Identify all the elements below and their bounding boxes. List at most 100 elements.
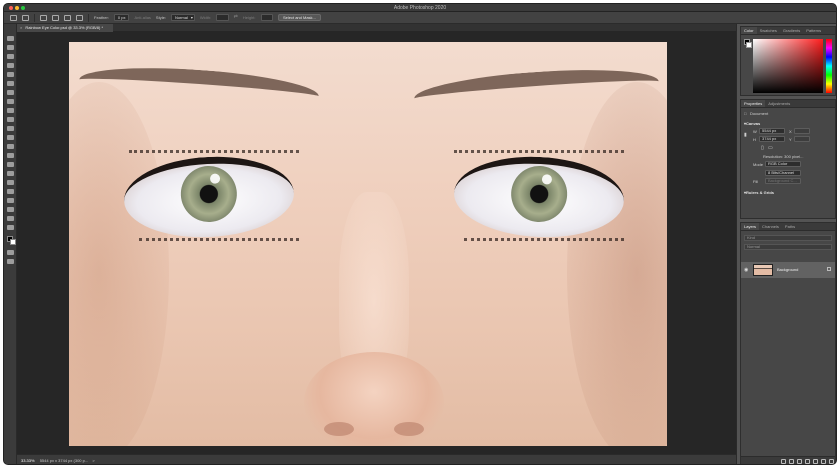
add-to-selection-icon[interactable] [52, 14, 59, 21]
crop-tool-icon[interactable] [7, 72, 14, 77]
hand-tool-icon[interactable] [7, 207, 14, 212]
tab-adjustments[interactable]: Adjustments [765, 100, 793, 107]
trash-icon[interactable] [829, 459, 834, 464]
background-color-swatch[interactable] [10, 239, 16, 245]
layers-panel-tabs: Layers Channels Paths [741, 223, 835, 231]
home-icon[interactable] [10, 14, 17, 21]
lock-icon[interactable] [827, 267, 831, 271]
marquee-tool-preset-icon[interactable] [22, 14, 29, 21]
brush-tool-icon[interactable] [7, 108, 14, 113]
swap-dimensions-icon[interactable]: ⇄ [234, 15, 238, 20]
canvas-y-field[interactable] [794, 136, 810, 142]
canvas-width-field[interactable]: 5544 px [759, 128, 785, 134]
portrait-orientation-icon[interactable]: ▯ [761, 145, 764, 151]
eye-highlight [209, 173, 221, 184]
history-brush-tool-icon[interactable] [7, 126, 14, 131]
status-menu-arrow[interactable]: > [92, 458, 94, 463]
width-label: Width: [199, 15, 212, 20]
color-panel-tabs: Color Swatches Gradients Patterns [741, 27, 835, 35]
new-group-icon[interactable] [813, 459, 818, 464]
eyedropper-tool-icon[interactable] [7, 90, 14, 95]
height-label: Height: [242, 15, 256, 20]
intersect-selection-icon[interactable] [76, 14, 83, 21]
tab-patterns[interactable]: Patterns [803, 27, 824, 34]
height-input[interactable] [260, 14, 273, 21]
object-selection-tool-icon[interactable] [7, 63, 14, 68]
bit-depth-select[interactable]: 8 Bits/Channel [765, 170, 801, 176]
tab-channels[interactable]: Channels [759, 223, 782, 230]
eraser-tool-icon[interactable] [7, 135, 14, 140]
iris [179, 164, 239, 224]
landscape-orientation-icon[interactable]: ▭ [768, 145, 773, 151]
width-input[interactable] [216, 14, 229, 21]
frame-tool-icon[interactable] [7, 81, 14, 86]
tab-properties[interactable]: Properties [741, 100, 766, 107]
pen-tool-icon[interactable] [7, 171, 14, 176]
edit-toolbar-icon[interactable] [7, 225, 14, 230]
lasso-tool-icon[interactable] [7, 54, 14, 59]
zoom-tool-icon[interactable] [7, 216, 14, 221]
color-picker-field[interactable] [753, 39, 823, 93]
rulers-grids-section-heading[interactable]: Rulers & Grids [744, 190, 774, 195]
move-tool-icon[interactable] [7, 36, 14, 41]
canvas-height-field[interactable]: 3744 px [759, 136, 785, 142]
canvas-x-field[interactable] [794, 128, 810, 134]
screen-mode-icon[interactable] [7, 259, 14, 264]
right-panel-dock: Color Swatches Gradients Patterns Proper… [736, 24, 836, 464]
rectangle-tool-icon[interactable] [7, 198, 14, 203]
blend-mode-select[interactable]: Normal [744, 244, 832, 250]
fill-select[interactable]: Background C... [765, 178, 801, 184]
document-image[interactable] [69, 42, 667, 446]
quick-mask-icon[interactable] [7, 250, 14, 255]
path-selection-tool-icon[interactable] [7, 189, 14, 194]
new-selection-icon[interactable] [40, 14, 47, 21]
hue-slider[interactable] [826, 39, 832, 93]
canvas-area[interactable] [17, 32, 736, 454]
close-document-icon[interactable]: × [20, 25, 22, 30]
antialias-checkbox[interactable]: Anti-alias [134, 15, 150, 20]
document-tab[interactable]: × Rainbow Eye Color.psd @ 33.3% (RGB/8) * [17, 24, 113, 32]
layer-style-icon[interactable] [789, 459, 794, 464]
cheek-shadow [69, 82, 169, 446]
x-label: X [789, 129, 792, 134]
select-and-mask-button[interactable]: Select and Mask... [277, 14, 321, 21]
clone-stamp-tool-icon[interactable] [7, 117, 14, 122]
visibility-eye-icon[interactable]: ◉ [744, 268, 748, 273]
add-mask-icon[interactable] [797, 459, 802, 464]
iris [509, 164, 569, 224]
tab-swatches[interactable]: Swatches [757, 27, 780, 34]
new-layer-icon[interactable] [821, 459, 826, 464]
fill-label: Fill [753, 179, 759, 184]
gradient-tool-icon[interactable] [7, 144, 14, 149]
style-select[interactable]: Normal [170, 14, 195, 21]
feather-input[interactable]: 0 px [113, 14, 130, 21]
adjustment-layer-icon[interactable] [805, 459, 810, 464]
document-info: 5544 px x 3744 px (300 p... [39, 458, 89, 463]
subtract-from-selection-icon[interactable] [64, 14, 71, 21]
canvas-orientation-icon[interactable]: ▮ [744, 132, 747, 138]
tab-paths[interactable]: Paths [782, 223, 798, 230]
link-layers-icon[interactable] [781, 459, 786, 464]
type-tool-icon[interactable] [7, 180, 14, 185]
tab-gradients[interactable]: Gradients [780, 27, 803, 34]
layer-filter-select[interactable]: Kind [744, 235, 832, 241]
tab-color[interactable]: Color [741, 27, 757, 34]
style-label: Style: [155, 15, 166, 20]
title-bar: Adobe Photoshop 2020 [4, 4, 836, 12]
dodge-tool-icon[interactable] [7, 162, 14, 167]
blur-tool-icon[interactable] [7, 153, 14, 158]
nostril [324, 422, 354, 436]
document-label: Document [750, 111, 769, 116]
healing-brush-tool-icon[interactable] [7, 99, 14, 104]
mode-label: Mode [753, 162, 764, 167]
canvas-section-heading[interactable]: Canvas [744, 121, 760, 126]
zoom-level[interactable]: 33.33% [21, 458, 35, 463]
marquee-tool-icon[interactable] [7, 45, 14, 50]
tab-layers[interactable]: Layers [741, 223, 760, 230]
layer-row[interactable]: ◉ Background [741, 262, 835, 278]
color-mode-select[interactable]: RGB Color [765, 161, 801, 167]
background-color-swatch[interactable] [746, 42, 752, 48]
app-title: Adobe Photoshop 2020 [393, 5, 447, 11]
document-icon: □ [744, 111, 747, 116]
document-tab-strip: × Rainbow Eye Color.psd @ 33.3% (RGB/8) * [17, 24, 736, 32]
